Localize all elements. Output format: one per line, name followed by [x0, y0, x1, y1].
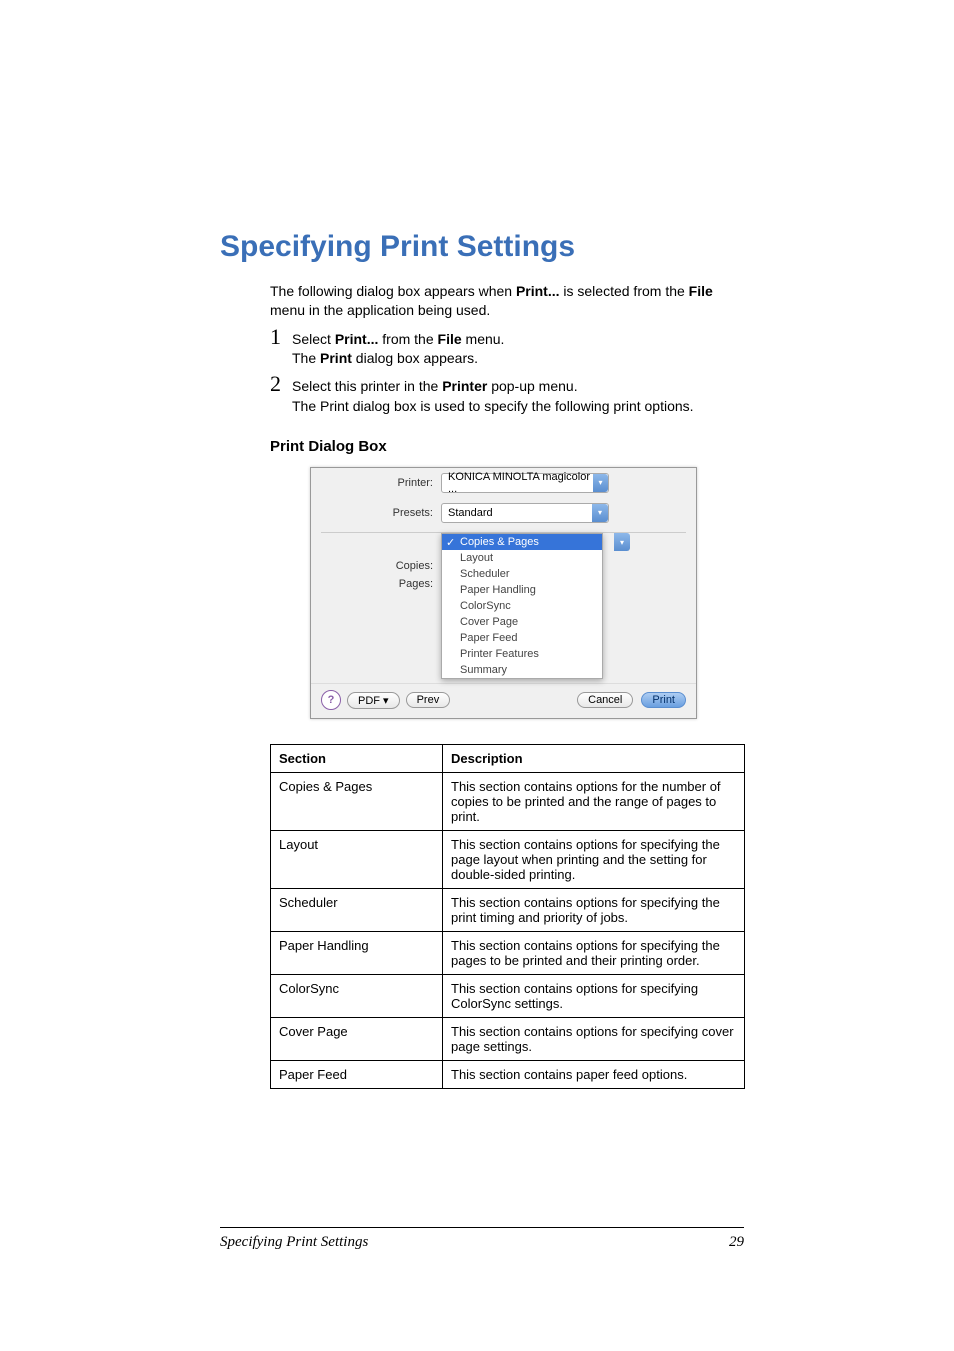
table-row: Scheduler This section contains options … [271, 889, 745, 932]
step-2: 2 Select this printer in the Printer pop… [270, 373, 744, 416]
cell-description: This section contains options for specif… [443, 932, 745, 975]
step1-line2-pre: The [292, 350, 320, 366]
table-row: Copies & Pages This section contains opt… [271, 773, 745, 831]
print-dialog: Printer: KONICA MINOLTA magicolor ... ▾ … [310, 467, 697, 719]
presets-label: Presets: [323, 507, 441, 519]
step2-line1-post: pop-up menu. [487, 378, 577, 394]
menu-item-paper-feed[interactable]: Paper Feed [442, 630, 602, 646]
menu-item-printer-features[interactable]: Printer Features [442, 646, 602, 662]
cell-description: This section contains options for specif… [443, 889, 745, 932]
step2-line2: The Print dialog box is used to specify … [292, 398, 694, 414]
presets-select[interactable]: Standard ▾ [441, 503, 609, 523]
step-1: 1 Select Print... from the File menu. Th… [270, 326, 744, 369]
page-footer: Specifying Print Settings 29 [220, 1227, 744, 1251]
intro-paragraph: The following dialog box appears when Pr… [270, 282, 744, 320]
step1-line1-post: menu. [462, 331, 505, 347]
pdf-button[interactable]: PDF ▾ [347, 692, 400, 709]
intro-text-bold1: Print... [516, 283, 560, 299]
sections-table: Section Description Copies & Pages This … [270, 744, 745, 1089]
copies-label: Copies: [323, 557, 433, 575]
intro-text-mid: is selected from the [560, 283, 689, 299]
th-section: Section [271, 745, 443, 773]
dropdown-arrow-icon: ▾ [592, 504, 608, 522]
cell-section: Cover Page [271, 1018, 443, 1061]
step2-line1-b1: Printer [442, 378, 487, 394]
cell-description: This section contains options for specif… [443, 831, 745, 889]
th-description: Description [443, 745, 745, 773]
intro-text-pre: The following dialog box appears when [270, 283, 516, 299]
cell-section: ColorSync [271, 975, 443, 1018]
table-row: Paper Feed This section contains paper f… [271, 1061, 745, 1089]
pages-label: Pages: [323, 575, 433, 593]
cell-section: Copies & Pages [271, 773, 443, 831]
cell-section: Paper Feed [271, 1061, 443, 1089]
step1-line2-post: dialog box appears. [352, 350, 478, 366]
cell-description: This section contains options for specif… [443, 975, 745, 1018]
printer-select-value: KONICA MINOLTA magicolor ... [448, 471, 593, 495]
cell-section: Layout [271, 831, 443, 889]
step2-line1-pre: Select this printer in the [292, 378, 442, 394]
table-row: Layout This section contains options for… [271, 831, 745, 889]
menu-item-copies-pages[interactable]: Copies & Pages [442, 534, 602, 550]
table-row: ColorSync This section contains options … [271, 975, 745, 1018]
sub-heading: Print Dialog Box [270, 438, 744, 455]
printer-select[interactable]: KONICA MINOLTA magicolor ... ▾ [441, 473, 609, 493]
footer-title: Specifying Print Settings [220, 1234, 368, 1251]
cell-section: Scheduler [271, 889, 443, 932]
section-popup-menu[interactable]: Copies & Pages Layout Scheduler Paper Ha… [441, 533, 603, 679]
intro-text-suffix: menu in the application being used. [270, 302, 490, 318]
printer-label: Printer: [323, 477, 441, 489]
dropdown-arrow-icon: ▾ [614, 533, 630, 551]
cancel-button[interactable]: Cancel [577, 692, 633, 708]
print-button[interactable]: Print [641, 692, 686, 708]
step1-line2-b1: Print [320, 350, 352, 366]
menu-item-cover-page[interactable]: Cover Page [442, 614, 602, 630]
menu-item-layout[interactable]: Layout [442, 550, 602, 566]
step1-line1-b1: Print... [335, 331, 379, 347]
cell-section: Paper Handling [271, 932, 443, 975]
step1-line1-pre: Select [292, 331, 335, 347]
table-row: Cover Page This section contains options… [271, 1018, 745, 1061]
cell-description: This section contains options for specif… [443, 1018, 745, 1061]
page-heading: Specifying Print Settings [220, 230, 744, 264]
menu-item-summary[interactable]: Summary [442, 662, 602, 678]
cell-description: This section contains options for the nu… [443, 773, 745, 831]
footer-page-number: 29 [729, 1234, 744, 1251]
cell-description: This section contains paper feed options… [443, 1061, 745, 1089]
menu-item-scheduler[interactable]: Scheduler [442, 566, 602, 582]
step1-line1-b2: File [438, 331, 462, 347]
preview-button[interactable]: Prev [406, 692, 451, 708]
step-number: 2 [270, 373, 292, 395]
menu-item-colorsync[interactable]: ColorSync [442, 598, 602, 614]
step1-line1-mid: from the [378, 331, 437, 347]
table-row: Paper Handling This section contains opt… [271, 932, 745, 975]
help-button[interactable]: ? [321, 690, 341, 710]
presets-select-value: Standard [448, 507, 493, 519]
dropdown-arrow-icon: ▾ [593, 474, 608, 492]
menu-item-paper-handling[interactable]: Paper Handling [442, 582, 602, 598]
step-number: 1 [270, 326, 292, 348]
intro-text-bold2: File [689, 283, 713, 299]
